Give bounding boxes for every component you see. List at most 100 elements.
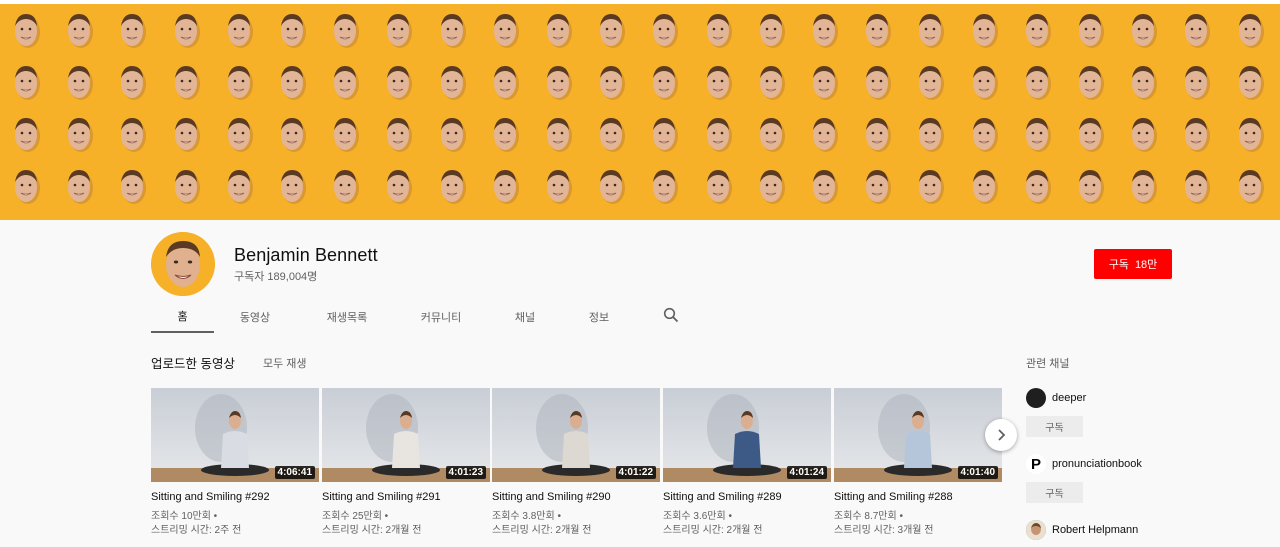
banner-face [972,14,998,48]
banner-face [121,66,147,100]
banner-face [1185,14,1211,48]
play-all-link[interactable]: 모두 재생 [263,355,307,371]
banner-face [919,170,945,204]
related-channel-name[interactable]: Robert Helpmann [1052,524,1138,536]
banner-face [1079,14,1104,48]
related-channel-avatar[interactable]: P [1026,454,1046,474]
banner-face [1025,14,1051,48]
banner-face [866,118,892,152]
banner-face [15,118,40,152]
video-title[interactable]: Sitting and Smiling #290 [492,491,660,503]
related-channel-avatar[interactable] [1026,520,1046,540]
banner-face [547,170,572,204]
banner-face [121,170,147,204]
banner-face [1079,66,1104,100]
subscribe-button[interactable]: 구독 18만 [1094,249,1172,279]
video-title[interactable]: Sitting and Smiling #289 [663,491,831,503]
banner-face [68,118,94,152]
banner-face [600,118,626,152]
tab-videos[interactable]: 동영상 [230,300,280,333]
video-card[interactable]: 4:01:23 Sitting and Smiling #291 조회수 25만회 … [322,388,490,538]
video-streamed-time: 스트리밍 시간: 2개월 전 [663,525,763,536]
banner-face [227,66,253,100]
banner-face-pattern [0,4,1280,220]
search-icon[interactable] [663,307,679,323]
banner-face [1185,118,1211,152]
video-metadata: 조회수 3.8만회 • 스트리밍 시간: 2개월 전 [492,510,660,538]
video-thumbnail[interactable]: 4:01:22 [492,388,660,482]
banner-face [15,170,40,204]
banner-face [1025,118,1051,152]
banner-face [1238,66,1264,100]
related-channel-row[interactable]: Robert Helpmann [1026,520,1226,540]
banner-face [440,170,466,204]
video-card[interactable]: 4:01:24 Sitting and Smiling #289 조회수 3.6만회… [663,388,831,538]
banner-face [174,118,200,152]
banner-face [281,66,306,100]
banner-face [227,170,253,204]
video-duration: 4:01:23 [445,466,486,479]
video-metadata: 조회수 10만회 • 스트리밍 시간: 2주 전 [151,510,319,538]
video-card[interactable]: 4:01:22 Sitting and Smiling #290 조회수 3.8만회… [492,388,660,538]
banner-face [653,118,679,152]
tab-playlists[interactable]: 재생목록 [317,300,377,333]
banner-face [1238,14,1264,48]
tab-community[interactable]: 커뮤니티 [411,300,471,333]
tab-home[interactable]: 홈 [151,300,214,333]
video-duration: 4:06:41 [274,466,315,479]
banner-face [440,118,466,152]
related-channel-name[interactable]: pronunciationbook [1052,458,1142,470]
uploads-section-title[interactable]: 업로드한 동영상 [151,353,235,372]
banner-face [1132,118,1158,152]
subscriber-count: 구독자 189,004명 [234,271,318,283]
tab-channels[interactable]: 채널 [507,300,543,333]
banner-face [15,66,40,100]
banner-face [759,66,785,100]
banner-face [759,170,785,204]
related-channel: Robert Helpmann [1026,520,1226,540]
channel-avatar[interactable] [151,232,215,296]
next-arrow-button[interactable] [985,419,1017,451]
banner-face [281,118,306,152]
avatar-face-image [151,232,215,296]
related-subscribe-button[interactable]: 구독 [1026,482,1083,503]
video-thumbnail[interactable]: 4:01:23 [322,388,490,482]
banner-face [1238,170,1264,204]
banner-face [121,14,147,48]
video-thumbnail[interactable]: 4:01:40 [834,388,1002,482]
video-title[interactable]: Sitting and Smiling #292 [151,491,319,503]
banner-face [1079,118,1104,152]
video-card[interactable]: 4:01:40 Sitting and Smiling #288 조회수 8.7만회… [834,388,1002,538]
banner-face [1132,14,1158,48]
video-thumbnail[interactable]: 4:06:41 [151,388,319,482]
banner-face [1185,66,1211,100]
banner-face [919,118,945,152]
related-channel-name[interactable]: deeper [1052,392,1086,404]
banner-face [653,66,679,100]
related-subscribe-button[interactable]: 구독 [1026,416,1083,437]
banner-face [972,66,998,100]
banner-face [334,66,360,100]
banner-face [1025,170,1051,204]
banner-face [706,66,732,100]
related-channel-avatar[interactable] [1026,388,1046,408]
related-channel-row[interactable]: deeper [1026,388,1226,408]
banner-face [68,14,94,48]
banner-face [1025,66,1051,100]
banner-face [227,14,253,48]
subscribe-count: 18만 [1134,259,1158,271]
banner-face [759,118,785,152]
video-title[interactable]: Sitting and Smiling #291 [322,491,490,503]
video-title[interactable]: Sitting and Smiling #288 [834,491,1002,503]
related-channel-row[interactable]: Ppronunciationbook [1026,454,1226,474]
banner-face [972,170,998,204]
video-thumbnail[interactable]: 4:01:24 [663,388,831,482]
banner-face [334,118,360,152]
video-card[interactable]: 4:06:41 Sitting and Smiling #292 조회수 10만회 … [151,388,319,538]
banner-face [600,170,626,204]
banner-face [227,118,253,152]
banner-face [547,14,572,48]
banner-face [68,66,94,100]
video-views: 조회수 25만회 • [322,511,389,522]
tab-about[interactable]: 정보 [581,300,617,333]
